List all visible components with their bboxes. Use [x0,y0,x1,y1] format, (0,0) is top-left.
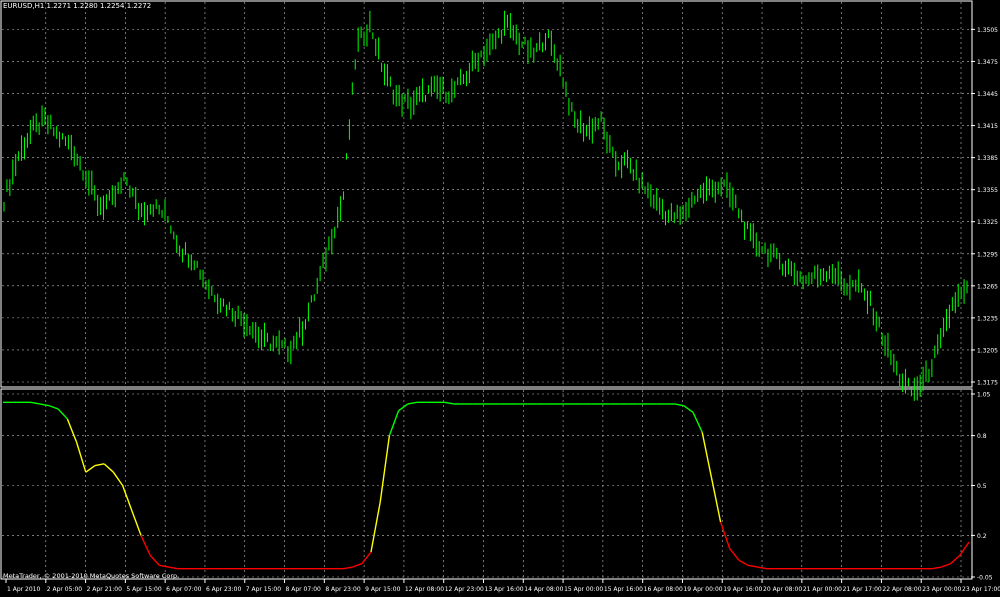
x-tick-label: 16 Apr 08:00 [644,586,683,593]
y-tick-label: 1.3415 [977,123,998,130]
symbol-info: EURUSD,H1 1.2271 1.2280 1.2254 1.2272 [3,2,152,10]
copyright-text: MetaTrader, © 2001-2010 MetaQuotes Softw… [3,572,180,580]
y-tick-label: 1.05 [977,392,991,399]
y-tick-label: 1.3325 [977,219,998,226]
x-tick-label: 23 Apr 17:00 [962,586,1000,593]
x-tick-label: 21 Apr 17:00 [843,586,882,593]
y-tick-label: 1.3445 [977,91,998,98]
y-tick-label: 1.3205 [977,347,998,354]
y-tick-label: 1.3175 [977,380,998,387]
chart-window[interactable]: 1.3505 1.3475 1.3445 1.3415 1.3385 1.3355 1.33… [0,0,1000,593]
x-tick-label: 5 Apr 15:00 [126,586,161,593]
x-tick-label: 20 Apr 08:00 [763,586,802,593]
x-tick-label: 9 Apr 15:00 [365,586,400,593]
y-tick-label: -0.05 [977,575,993,582]
x-tick-label: 12 Apr 08:00 [405,586,444,593]
chart-canvas[interactable]: 1.3505 1.3475 1.3445 1.3415 1.3385 1.3355 1.33… [0,0,1000,593]
x-tick-label: 21 Apr 00:00 [803,586,842,593]
x-tick-label: 15 Apr 00:00 [564,586,603,593]
x-tick-label: 14 Apr 08:00 [524,586,563,593]
x-tick-label: 19 Apr 16:00 [723,586,762,593]
x-tick-label: 2 Apr 21:00 [87,586,122,593]
x-tick-label: 8 Apr 23:00 [325,586,360,593]
x-tick-label: 23 Apr 00:00 [922,586,961,593]
x-tick-label: 22 Apr 08:00 [882,586,921,593]
y-tick-label: 0.5 [977,483,987,490]
x-tick-label: 7 Apr 15:00 [246,586,281,593]
y-tick-label: 0.2 [977,533,987,540]
x-tick-label: 6 Apr 07:00 [166,586,201,593]
x-tick-label: 2 Apr 05:00 [47,586,82,593]
x-tick-label: 15 Apr 16:00 [604,586,643,593]
x-tick-label: 12 Apr 23:00 [445,586,484,593]
x-tick-label: 13 Apr 16:00 [485,586,524,593]
y-tick-label: 1.3475 [977,59,998,66]
x-tick-label: 19 Apr 00:00 [683,586,722,593]
x-tick-label: 1 Apr 2010 [7,586,40,593]
y-tick-label: 1.3505 [977,27,998,34]
y-tick-label: 1.3385 [977,155,998,162]
x-tick-label: 6 Apr 23:00 [206,586,241,593]
y-tick-label: 1.3235 [977,315,998,322]
x-tick-label: 8 Apr 07:00 [286,586,321,593]
y-tick-label: 1.3295 [977,251,998,258]
y-tick-label: 0.8 [977,433,987,440]
y-tick-label: 1.3265 [977,283,998,290]
y-tick-label: 1.3355 [977,187,998,194]
